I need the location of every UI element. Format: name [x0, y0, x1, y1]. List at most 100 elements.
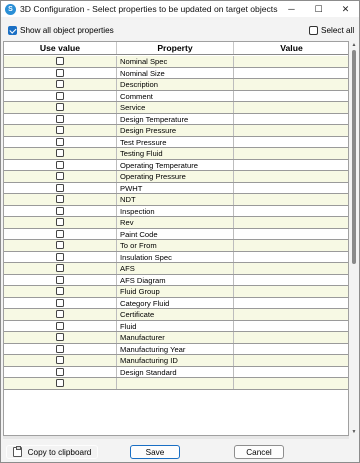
value-cell[interactable]: [234, 252, 348, 263]
table-row[interactable]: Nominal Spec: [4, 56, 348, 68]
value-cell[interactable]: [234, 240, 348, 251]
table-row[interactable]: PWHT: [4, 182, 348, 194]
use-value-checkbox[interactable]: [56, 172, 64, 181]
table-row[interactable]: Manufacturer: [4, 332, 348, 344]
scroll-down-arrow-icon[interactable]: ▼: [351, 429, 357, 435]
save-button[interactable]: Save: [130, 445, 180, 459]
table-row[interactable]: Rev: [4, 217, 348, 229]
value-cell[interactable]: [234, 148, 348, 159]
table-row[interactable]: Comment: [4, 90, 348, 102]
copy-to-clipboard-button[interactable]: Copy to clipboard: [6, 445, 98, 459]
value-cell[interactable]: [234, 286, 348, 297]
use-value-checkbox[interactable]: [56, 183, 64, 192]
cancel-button[interactable]: Cancel: [234, 445, 284, 459]
value-cell[interactable]: [234, 56, 348, 67]
use-value-checkbox[interactable]: [56, 321, 64, 330]
table-row[interactable]: NDT: [4, 194, 348, 206]
use-value-checkbox[interactable]: [56, 379, 64, 388]
table-row[interactable]: Description: [4, 79, 348, 91]
value-cell[interactable]: [234, 68, 348, 79]
table-row[interactable]: Paint Code: [4, 228, 348, 240]
show-all-properties-checkbox[interactable]: [8, 26, 17, 35]
use-value-checkbox[interactable]: [56, 114, 64, 123]
use-value-checkbox[interactable]: [56, 252, 64, 261]
value-cell[interactable]: [234, 332, 348, 343]
use-value-checkbox[interactable]: [56, 206, 64, 215]
use-value-checkbox[interactable]: [56, 229, 64, 238]
value-cell[interactable]: [234, 217, 348, 228]
use-value-checkbox[interactable]: [56, 367, 64, 376]
use-value-checkbox[interactable]: [56, 241, 64, 250]
show-all-properties-option[interactable]: Show all object properties: [8, 26, 114, 35]
table-row[interactable]: Certificate: [4, 309, 348, 321]
table-row[interactable]: [4, 378, 348, 390]
use-value-checkbox[interactable]: [56, 80, 64, 89]
use-value-checkbox[interactable]: [56, 57, 64, 66]
value-cell[interactable]: [234, 229, 348, 240]
value-cell[interactable]: [234, 309, 348, 320]
select-all-checkbox[interactable]: [309, 26, 318, 35]
use-value-checkbox[interactable]: [56, 195, 64, 204]
table-row[interactable]: Nominal Size: [4, 67, 348, 79]
table-row[interactable]: Fluid Group: [4, 286, 348, 298]
use-value-checkbox[interactable]: [56, 218, 64, 227]
value-cell[interactable]: [234, 91, 348, 102]
value-cell[interactable]: [234, 321, 348, 332]
select-all-option[interactable]: Select all: [309, 26, 354, 35]
use-value-checkbox[interactable]: [56, 160, 64, 169]
scroll-up-arrow-icon[interactable]: ▲: [351, 42, 357, 48]
table-row[interactable]: Design Pressure: [4, 125, 348, 137]
close-button[interactable]: ✕: [332, 1, 359, 17]
value-cell[interactable]: [234, 183, 348, 194]
use-value-checkbox[interactable]: [56, 68, 64, 77]
value-cell[interactable]: [234, 367, 348, 378]
horizontal-scrollbar[interactable]: [3, 436, 349, 439]
use-value-checkbox[interactable]: [56, 333, 64, 342]
table-row[interactable]: Manufacturing Year: [4, 343, 348, 355]
use-value-checkbox[interactable]: [56, 126, 64, 135]
table-row[interactable]: Operating Pressure: [4, 171, 348, 183]
value-cell[interactable]: [234, 171, 348, 182]
use-value-checkbox[interactable]: [56, 275, 64, 284]
table-row[interactable]: Service: [4, 102, 348, 114]
use-value-checkbox[interactable]: [56, 91, 64, 100]
table-row[interactable]: Design Standard: [4, 366, 348, 378]
value-cell[interactable]: [234, 263, 348, 274]
use-value-checkbox[interactable]: [56, 103, 64, 112]
maximize-button[interactable]: ☐: [305, 1, 332, 17]
value-cell[interactable]: [234, 79, 348, 90]
vertical-scrollbar[interactable]: ▲ ▼: [350, 41, 358, 436]
value-cell[interactable]: [234, 194, 348, 205]
table-row[interactable]: Operating Temperature: [4, 159, 348, 171]
use-value-checkbox[interactable]: [56, 356, 64, 365]
column-header-value[interactable]: Value: [234, 42, 348, 54]
value-cell[interactable]: [234, 102, 348, 113]
use-value-checkbox[interactable]: [56, 137, 64, 146]
value-cell[interactable]: [234, 137, 348, 148]
use-value-checkbox[interactable]: [56, 264, 64, 273]
table-row[interactable]: AFS Diagram: [4, 274, 348, 286]
table-row[interactable]: Inspection: [4, 205, 348, 217]
value-cell[interactable]: [234, 378, 348, 389]
scroll-thumb[interactable]: [352, 50, 356, 264]
column-header-property[interactable]: Property: [117, 42, 234, 54]
column-header-use-value[interactable]: Use value: [4, 42, 117, 54]
value-cell[interactable]: [234, 206, 348, 217]
value-cell[interactable]: [234, 344, 348, 355]
table-row[interactable]: Test Pressure: [4, 136, 348, 148]
use-value-checkbox[interactable]: [56, 298, 64, 307]
table-row[interactable]: AFS: [4, 263, 348, 275]
table-row[interactable]: Testing Fluid: [4, 148, 348, 160]
use-value-checkbox[interactable]: [56, 310, 64, 319]
table-row[interactable]: To or From: [4, 240, 348, 252]
value-cell[interactable]: [234, 160, 348, 171]
use-value-checkbox[interactable]: [56, 344, 64, 353]
value-cell[interactable]: [234, 355, 348, 366]
minimize-button[interactable]: ─: [278, 1, 305, 17]
table-row[interactable]: Insulation Spec: [4, 251, 348, 263]
table-row[interactable]: Manufacturing ID: [4, 355, 348, 367]
table-row[interactable]: Category Fluid: [4, 297, 348, 309]
table-row[interactable]: Design Temperature: [4, 113, 348, 125]
value-cell[interactable]: [234, 275, 348, 286]
value-cell[interactable]: [234, 125, 348, 136]
